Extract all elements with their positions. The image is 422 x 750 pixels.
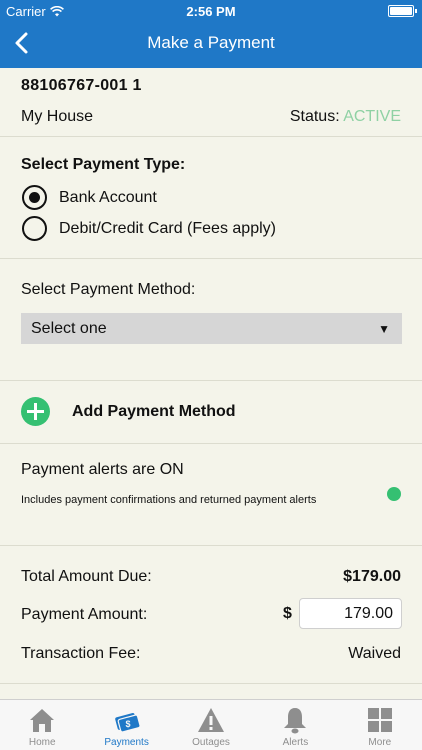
- tab-payments[interactable]: $ Payments: [84, 700, 168, 750]
- tab-label: Home: [28, 737, 56, 748]
- payment-amount-input[interactable]: [299, 598, 402, 629]
- page-title: Make a Payment: [147, 33, 275, 52]
- warning-icon: [198, 708, 225, 732]
- battery-icon: [388, 5, 417, 17]
- total-due-value: $179.00: [343, 568, 401, 585]
- tab-more[interactable]: More: [338, 700, 422, 750]
- payment-method-label: Select Payment Method:: [21, 281, 196, 298]
- grid-icon: [367, 708, 392, 732]
- tab-bar: Home $ Payments Outages Alerts More: [0, 699, 422, 750]
- currency-symbol: $: [283, 605, 292, 622]
- alerts-description: Includes payment confirmations and retur…: [21, 494, 317, 506]
- select-value: Select one: [31, 319, 107, 337]
- transaction-fee-label: Transaction Fee:: [21, 645, 141, 662]
- payments-icon: $: [114, 713, 141, 733]
- tab-label: More: [368, 737, 392, 748]
- tab-label: Payments: [104, 737, 149, 748]
- add-payment-method-label: Add Payment Method: [72, 402, 236, 420]
- alerts-status-indicator[interactable]: [387, 487, 401, 501]
- radio-label: Debit/Credit Card (Fees apply): [59, 219, 276, 237]
- payment-amount-label: Payment Amount:: [21, 606, 148, 623]
- radio-button[interactable]: [22, 216, 47, 241]
- tab-home[interactable]: Home: [0, 700, 84, 750]
- plus-icon: [21, 397, 50, 426]
- account-name: My House: [21, 108, 94, 125]
- tab-label: Outages: [192, 737, 230, 748]
- radio-bank-account[interactable]: Bank Account: [22, 185, 157, 210]
- radio-debit-credit-card[interactable]: Debit/Credit Card (Fees apply): [22, 216, 276, 241]
- radio-label: Bank Account: [59, 188, 157, 206]
- status-time: 2:56 PM: [186, 4, 236, 19]
- tab-alerts[interactable]: Alerts: [253, 700, 337, 750]
- tab-label: Alerts: [282, 737, 309, 748]
- dropdown-arrow-icon: ▼: [378, 322, 390, 336]
- svg-text:$: $: [125, 719, 130, 729]
- status-label: Status:: [289, 108, 340, 125]
- account-status: Status: ACTIVE: [290, 108, 401, 126]
- add-payment-method-button[interactable]: Add Payment Method: [21, 397, 236, 426]
- account-number: 88106767-001 1: [21, 77, 142, 94]
- total-due-label: Total Amount Due:: [21, 568, 152, 585]
- home-icon: [30, 709, 55, 732]
- status-bar: Carrier 2:56 PM: [0, 0, 422, 22]
- tab-outages[interactable]: Outages: [169, 700, 253, 750]
- alerts-title: Payment alerts are ON: [21, 461, 184, 478]
- payment-type-title: Select Payment Type:: [21, 156, 186, 173]
- transaction-fee-value: Waived: [348, 645, 401, 662]
- payment-method-select[interactable]: Select one ▼: [21, 313, 402, 344]
- radio-button-selected[interactable]: [22, 185, 47, 210]
- bell-icon: [284, 708, 307, 734]
- nav-header: Carrier 2:56 PM Make a Payment: [0, 0, 422, 68]
- status-badge: ACTIVE: [343, 108, 401, 125]
